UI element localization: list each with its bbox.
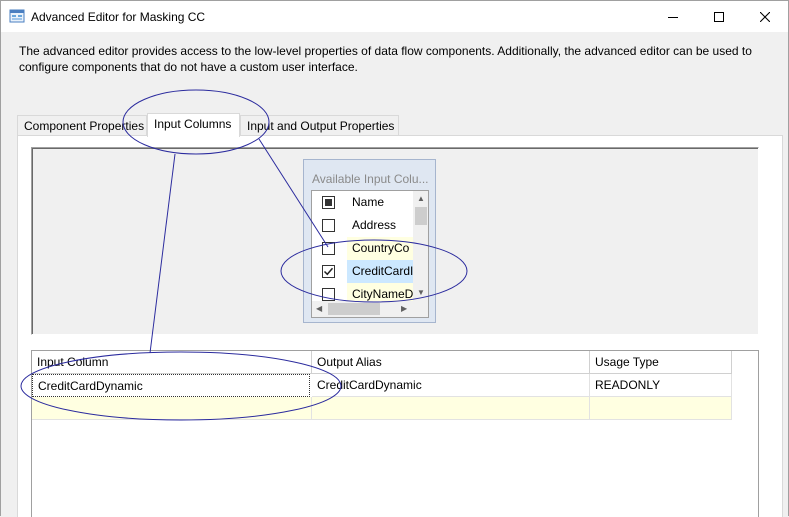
column-name: CountryCo (347, 237, 413, 260)
name-column-header: Name (352, 195, 385, 209)
available-column-row[interactable]: CountryCo (312, 237, 413, 260)
output-alias-header[interactable]: Output Alias (312, 351, 590, 374)
available-columns-header[interactable]: Name (312, 191, 413, 214)
table-row[interactable]: CreditCardDynamic CreditCardDynamic READ… (32, 374, 732, 397)
vertical-scroll-thumb[interactable] (415, 207, 427, 225)
tab-input-and-output-properties[interactable]: Input and Output Properties (240, 115, 399, 136)
tab-input-columns[interactable]: Input Columns (147, 113, 240, 137)
select-all-checkbox[interactable] (322, 196, 335, 209)
vertical-scrollbar[interactable]: ▲ ▼ (413, 191, 428, 301)
new-row-output-alias-cell[interactable] (312, 397, 590, 420)
scroll-up-icon[interactable]: ▲ (417, 195, 425, 203)
tab-component-properties[interactable]: Component Properties (17, 115, 147, 136)
input-column-cell[interactable]: CreditCardDynamic (32, 374, 310, 397)
close-button[interactable] (742, 1, 788, 32)
editor-description: The advanced editor provides access to t… (19, 44, 752, 74)
maximize-icon (714, 11, 724, 22)
minimize-button[interactable] (650, 1, 696, 32)
horizontal-scrollbar[interactable]: ◀ ▶ (312, 301, 413, 317)
scrollbar-corner (413, 301, 428, 317)
app-icon (9, 9, 25, 23)
title-bar[interactable]: Advanced Editor for Masking CC (1, 1, 788, 32)
output-alias-cell[interactable]: CreditCardDynamic (312, 374, 590, 397)
available-input-columns-box[interactable]: Available Input Colu... Name Address Cou… (303, 159, 436, 323)
input-column-header[interactable]: Input Column (32, 351, 312, 374)
available-input-columns-title: Available Input Colu... (312, 172, 429, 186)
advanced-editor-window: Advanced Editor for Masking CC The advan… (0, 0, 789, 517)
available-column-row[interactable]: Address (312, 214, 413, 237)
usage-type-cell[interactable]: READONLY (590, 374, 732, 397)
horizontal-scroll-thumb[interactable] (328, 303, 380, 315)
new-row[interactable] (32, 397, 732, 420)
new-row-input-column-cell[interactable] (32, 397, 312, 420)
column-name: Address (352, 218, 397, 232)
column-checkbox[interactable] (322, 265, 335, 278)
available-columns-list: Name Address CountryCo CreditCardI CityN… (311, 190, 429, 318)
scroll-right-icon[interactable]: ▶ (401, 305, 407, 313)
selected-columns-grid: Input Column Output Alias Usage Type Cre… (31, 350, 759, 517)
window-title: Advanced Editor for Masking CC (31, 10, 206, 24)
minimize-icon (668, 16, 678, 18)
scroll-left-icon[interactable]: ◀ (316, 305, 322, 313)
column-checkbox[interactable] (322, 242, 335, 255)
usage-type-header[interactable]: Usage Type (590, 351, 732, 374)
close-icon (760, 11, 770, 22)
column-checkbox[interactable] (322, 288, 335, 301)
column-checkbox[interactable] (322, 219, 335, 232)
grid-header-row: Input Column Output Alias Usage Type (32, 351, 732, 374)
scroll-down-icon[interactable]: ▼ (417, 289, 425, 297)
checkmark-icon (323, 267, 334, 276)
new-row-usage-type-cell[interactable] (590, 397, 732, 420)
column-name: CreditCardI (347, 260, 413, 283)
maximize-button[interactable] (696, 1, 742, 32)
available-column-row[interactable]: CreditCardI (312, 260, 413, 283)
